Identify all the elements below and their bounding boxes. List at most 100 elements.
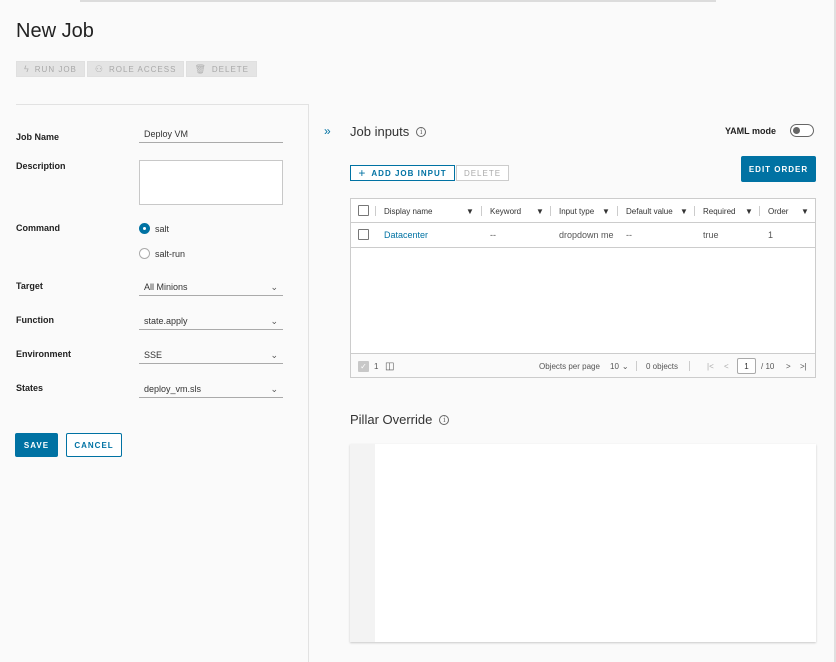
function-value: state.apply	[144, 316, 188, 326]
form-divider	[16, 104, 308, 105]
users-icon: ⚇	[94, 63, 104, 74]
table-footer: ✓ 1 ◫ Objects per page 10 ⌄ 0 objects |<…	[351, 353, 815, 377]
column-separator	[375, 206, 376, 216]
description-label: Description	[16, 161, 66, 171]
last-page-icon[interactable]: >|	[800, 354, 807, 378]
chevron-down-icon: ⌄	[270, 383, 278, 394]
chevron-down-icon: ⌄	[621, 361, 629, 371]
column-header-display-name[interactable]: Display name	[384, 199, 432, 223]
command-radio-salt-run[interactable]: salt-run	[139, 248, 185, 259]
cell-default-value: --	[626, 230, 632, 240]
command-radio-salt[interactable]: salt	[139, 223, 169, 234]
table-row: Datacenter -- dropdown me -- true 1	[351, 223, 815, 248]
job-inputs-table: Display name ▼ Keyword ▼ Input type ▼ De…	[350, 198, 816, 378]
cancel-button[interactable]: CANCEL	[66, 433, 122, 457]
column-header-input-type[interactable]: Input type	[559, 199, 594, 223]
function-select[interactable]: state.apply ⌄	[139, 313, 283, 330]
cell-order: 1	[768, 230, 774, 240]
footer-separator	[636, 361, 637, 371]
objects-per-page-label: Objects per page	[539, 361, 600, 371]
chevron-down-icon: ⌄	[270, 315, 278, 326]
job-name-label: Job Name	[16, 132, 60, 142]
cell-display-name[interactable]: Datacenter	[384, 223, 479, 247]
checked-icon: ✓	[358, 360, 369, 372]
lightning-icon: ϟ	[24, 64, 30, 74]
row-checkbox[interactable]	[358, 229, 369, 240]
cell-required: true	[703, 230, 719, 240]
function-label: Function	[16, 315, 54, 325]
selection-summary: ✓ 1	[358, 354, 378, 378]
collapse-panel-icon[interactable]: »	[324, 124, 331, 138]
target-label: Target	[16, 281, 43, 291]
info-icon[interactable]: i	[439, 414, 450, 425]
run-job-label: RUN JOB	[34, 64, 77, 74]
environment-select[interactable]: SSE ⌄	[139, 347, 283, 364]
panel-separator	[308, 104, 309, 662]
chevron-down-icon: ⌄	[270, 281, 278, 292]
prev-page-icon[interactable]: <	[724, 354, 729, 378]
environment-label: Environment	[16, 349, 72, 359]
add-job-input-button[interactable]: + ADD JOB INPUT	[350, 165, 455, 181]
column-header-order[interactable]: Order	[768, 199, 788, 223]
editor-gutter	[350, 444, 375, 642]
filter-icon[interactable]: ▼	[680, 199, 688, 223]
radio-unselected-icon	[139, 248, 150, 259]
job-inputs-heading: Job inputs i	[350, 124, 427, 139]
states-select[interactable]: deploy_vm.sls ⌄	[139, 381, 283, 398]
column-toggle-icon[interactable]: ◫	[385, 354, 394, 378]
target-select[interactable]: All Minions ⌄	[139, 279, 283, 296]
first-page-icon[interactable]: |<	[707, 354, 714, 378]
cell-input-type: dropdown me	[559, 230, 614, 240]
filter-icon[interactable]: ▼	[745, 199, 753, 223]
job-inputs-title: Job inputs	[350, 124, 410, 139]
column-separator	[617, 206, 618, 216]
job-name-input[interactable]: Deploy VM	[139, 126, 283, 143]
page-input-wrap: 1	[737, 354, 756, 378]
filter-icon[interactable]: ▼	[536, 199, 544, 223]
delete-input-button[interactable]: DELETE	[456, 165, 509, 181]
yaml-mode-toggle[interactable]	[790, 124, 814, 137]
cell-keyword: --	[490, 230, 496, 240]
objects-per-page-select[interactable]: 10 ⌄	[610, 354, 629, 378]
radio-salt-run-label: salt-run	[155, 248, 186, 259]
filter-icon[interactable]: ▼	[801, 199, 809, 223]
column-separator	[481, 206, 482, 216]
role-access-button[interactable]: ⚇ ROLE ACCESS	[86, 61, 185, 77]
environment-value: SSE	[144, 350, 163, 360]
trash-icon: 🗑	[194, 63, 207, 74]
description-textarea[interactable]	[139, 160, 283, 205]
pillar-override-editor[interactable]	[350, 444, 816, 642]
role-access-label: ROLE ACCESS	[108, 64, 177, 74]
column-header-default-value[interactable]: Default value	[626, 199, 673, 223]
run-job-button[interactable]: ϟ RUN JOB	[16, 61, 85, 77]
delete-job-button[interactable]: 🗑 DELETE	[186, 61, 257, 77]
target-value: All Minions	[144, 282, 188, 292]
next-page-icon[interactable]: >	[786, 354, 791, 378]
pillar-override-title: Pillar Override	[350, 412, 433, 427]
select-all-checkbox[interactable]	[358, 205, 369, 216]
objects-per-page-value: 10	[610, 361, 619, 371]
filter-icon[interactable]: ▼	[466, 199, 474, 223]
column-separator	[759, 206, 760, 216]
page-input[interactable]: 1	[737, 358, 756, 374]
objects-count: 0 objects	[646, 361, 679, 371]
command-label: Command	[16, 223, 61, 233]
add-job-input-label: ADD JOB INPUT	[371, 168, 447, 178]
info-icon[interactable]: i	[416, 126, 427, 137]
delete-job-label: DELETE	[211, 64, 249, 74]
column-separator	[694, 206, 695, 216]
chevron-down-icon: ⌄	[270, 349, 278, 360]
edit-order-button[interactable]: EDIT ORDER	[741, 156, 816, 182]
selected-count: 1	[374, 361, 379, 371]
column-header-keyword[interactable]: Keyword	[490, 199, 521, 223]
column-separator	[550, 206, 551, 216]
states-label: States	[16, 383, 44, 393]
action-bar: ϟ RUN JOB ⚇ ROLE ACCESS 🗑 DELETE	[16, 61, 257, 77]
total-pages: / 10	[761, 361, 775, 371]
filter-icon[interactable]: ▼	[602, 199, 610, 223]
column-header-required[interactable]: Required	[703, 199, 735, 223]
radio-selected-icon	[139, 223, 150, 234]
save-button[interactable]: SAVE	[15, 433, 58, 457]
footer-separator	[689, 361, 690, 371]
table-header: Display name ▼ Keyword ▼ Input type ▼ De…	[351, 199, 815, 223]
